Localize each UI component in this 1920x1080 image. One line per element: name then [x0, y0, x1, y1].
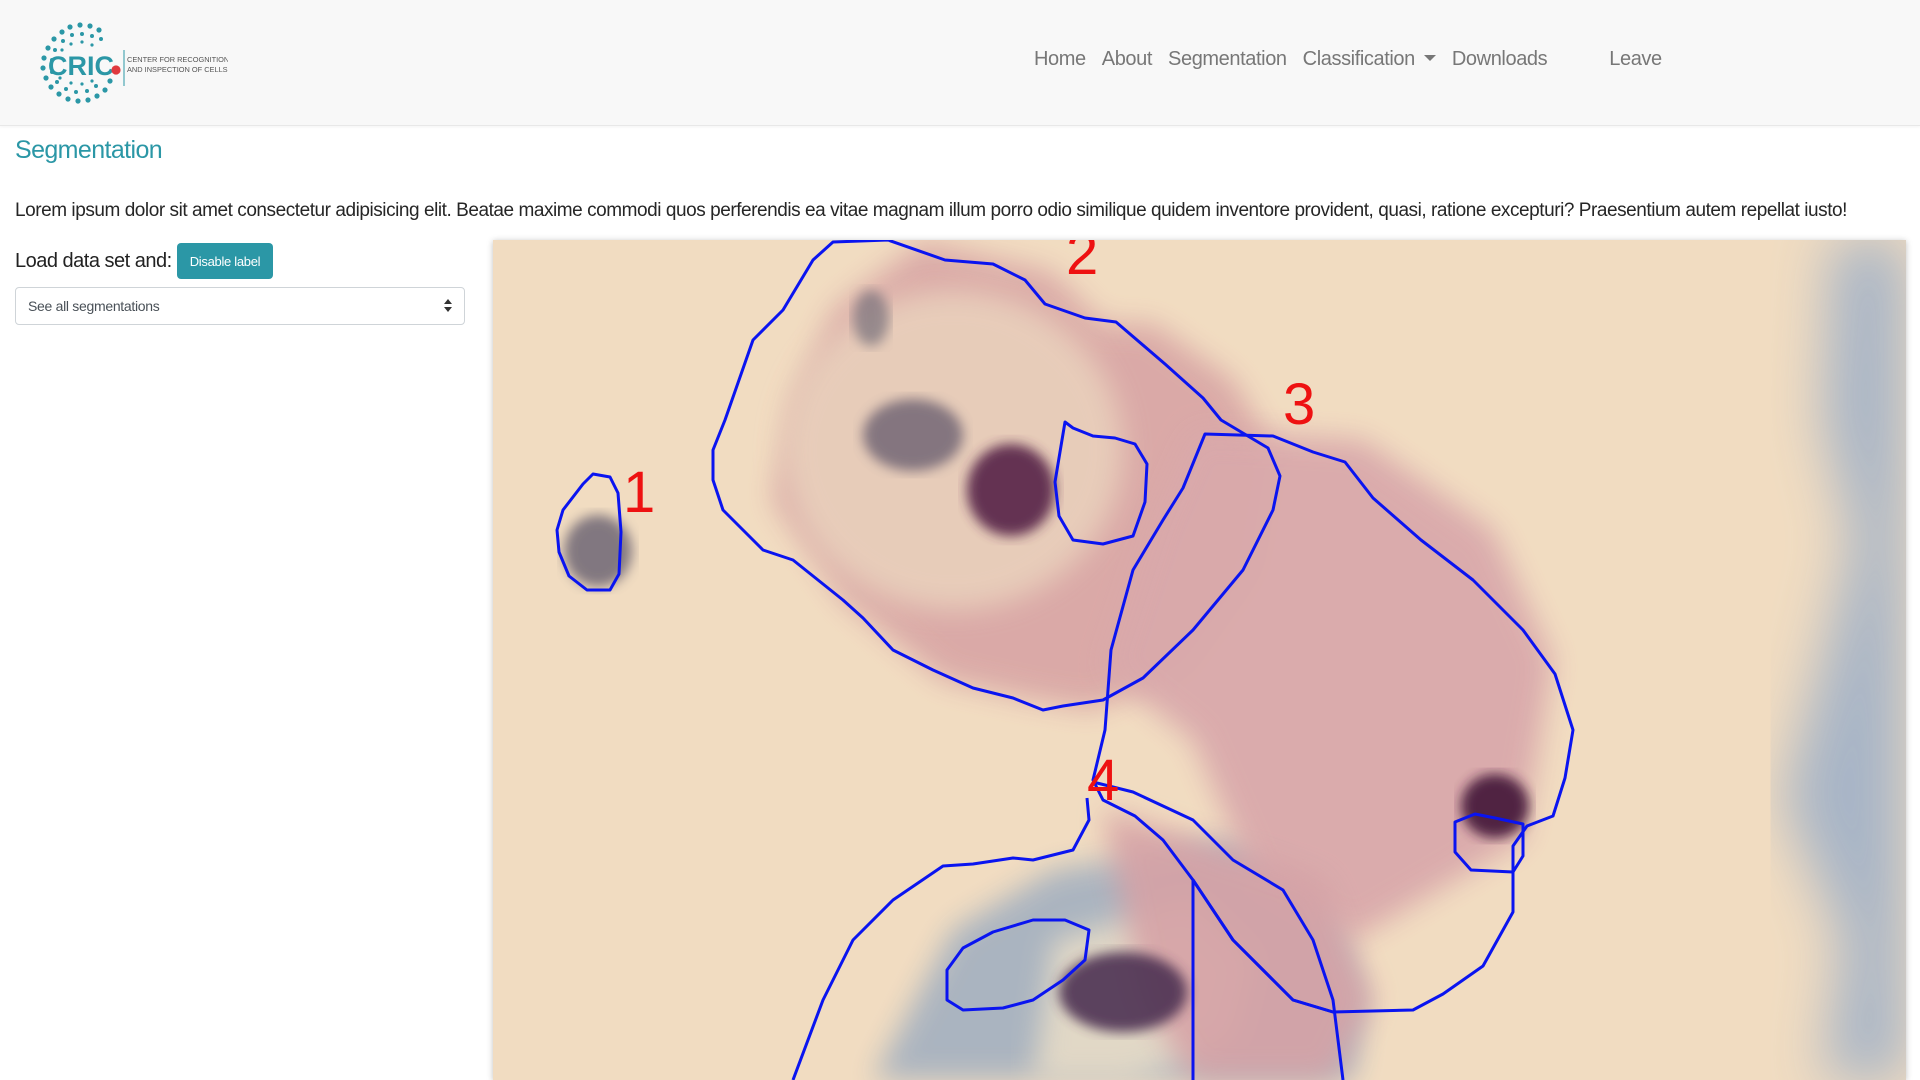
disable-label-button[interactable]: Disable label: [176, 243, 274, 279]
segment-label-2: 2: [1066, 240, 1098, 287]
nav-classification-label: Classification: [1302, 48, 1416, 70]
nav-classification[interactable]: Classification: [1303, 48, 1436, 71]
nav-about[interactable]: About: [1102, 48, 1153, 71]
navbar: CRIC CENTER FOR RECOGNITION AND INSPECTI…: [0, 0, 1920, 126]
segmentation-image-viewer[interactable]: 1 2 3 4: [493, 240, 1906, 1080]
nav-home[interactable]: Home: [1034, 48, 1086, 71]
cell-segmentation-image: 1 2 3 4: [493, 240, 1906, 1080]
segmentation-select-value: See all segmentations: [28, 298, 160, 314]
svg-text:CENTER FOR RECOGNITION: CENTER FOR RECOGNITION: [127, 55, 228, 64]
segmentation-select[interactable]: See all segmentations: [15, 287, 465, 325]
bottom-cell-nucleus: [1059, 952, 1187, 1032]
page-title: Segmentation: [15, 136, 163, 164]
cell-2-dark-region: [863, 399, 963, 471]
segment-label-1: 1: [623, 460, 655, 525]
nav-downloads[interactable]: Downloads: [1452, 48, 1548, 71]
cric-logo[interactable]: CRIC CENTER FOR RECOGNITION AND INSPECTI…: [38, 20, 229, 106]
segment-label-3: 3: [1283, 372, 1315, 437]
page-description: Lorem ipsum dolor sit amet consectetur a…: [15, 200, 1847, 221]
load-controls: Load data set and: Disable label: [15, 243, 274, 279]
cell-3-nucleus: [1461, 774, 1529, 838]
select-arrows-icon: [444, 299, 452, 313]
segment-label-4: 4: [1087, 748, 1119, 813]
cell-2-nucleus: [967, 444, 1055, 536]
svg-text:AND INSPECTION OF CELLS: AND INSPECTION OF CELLS: [127, 65, 228, 74]
dropdown-caret-icon: [1423, 55, 1436, 61]
cric-logo-icon: CRIC CENTER FOR RECOGNITION AND INSPECTI…: [40, 22, 229, 104]
load-dataset-label: Load data set and:: [15, 249, 172, 272]
debris-spot: [853, 290, 889, 346]
main-nav: Home About Segmentation Classification D…: [1034, 48, 1678, 71]
svg-text:CRIC: CRIC: [48, 51, 114, 81]
nav-leave[interactable]: Leave: [1609, 48, 1662, 71]
nav-segmentation[interactable]: Segmentation: [1168, 48, 1287, 71]
